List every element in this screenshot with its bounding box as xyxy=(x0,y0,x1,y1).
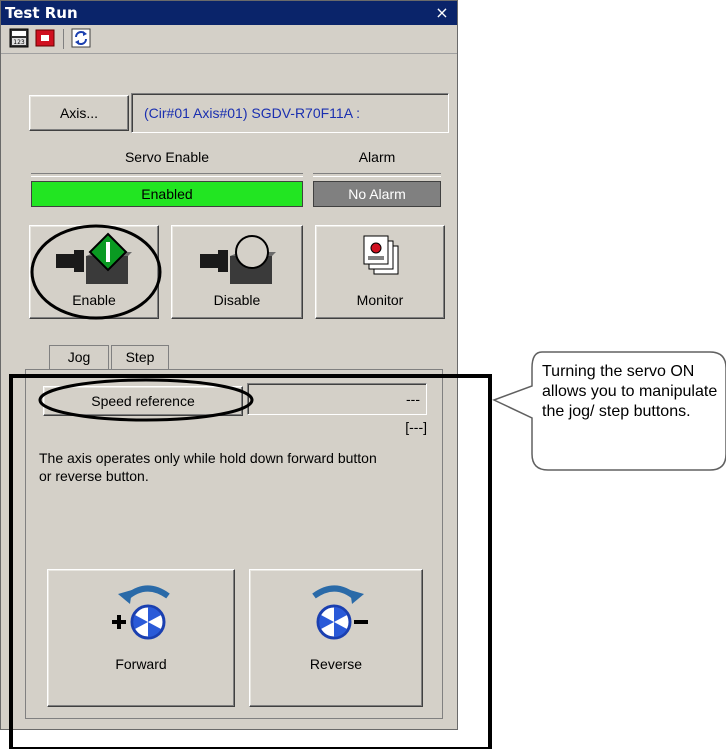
jog-area-highlight-box xyxy=(9,374,492,749)
enable-highlight-ellipse xyxy=(30,224,162,320)
speed-reference-highlight-ellipse xyxy=(38,378,254,422)
callout-text: Turning the servo ON allows you to manip… xyxy=(542,363,718,420)
